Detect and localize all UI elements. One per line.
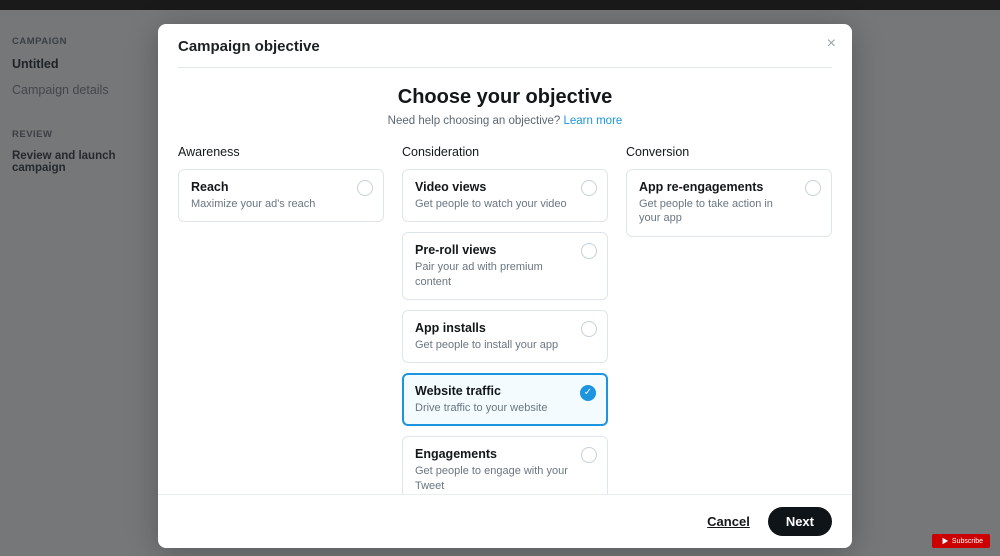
- radio-icon: ✓: [357, 180, 373, 196]
- close-icon[interactable]: ×: [827, 36, 836, 52]
- modal-title: Campaign objective: [178, 38, 832, 55]
- card-title: Reach: [191, 180, 347, 194]
- card-title: Engagements: [415, 447, 571, 461]
- column-header-consideration: Consideration: [402, 145, 608, 159]
- objective-website-traffic[interactable]: Website traffic Drive traffic to your we…: [402, 373, 608, 426]
- card-title: App re-engagements: [639, 180, 795, 194]
- radio-icon: ✓: [581, 243, 597, 259]
- card-title: Pre-roll views: [415, 243, 571, 257]
- objective-preroll-views[interactable]: Pre-roll views Pair your ad with premium…: [402, 232, 608, 300]
- column-awareness: Awareness Reach Maximize your ad's reach…: [178, 145, 384, 232]
- radio-icon: ✓: [581, 447, 597, 463]
- card-desc: Get people to watch your video: [415, 197, 571, 211]
- objective-video-views[interactable]: Video views Get people to watch your vid…: [402, 169, 608, 222]
- objective-engagements[interactable]: Engagements Get people to engage with yo…: [402, 436, 608, 494]
- campaign-objective-modal: Campaign objective × Choose your objecti…: [158, 24, 852, 548]
- card-desc: Get people to install your app: [415, 338, 571, 352]
- card-desc: Pair your ad with premium content: [415, 260, 571, 289]
- radio-icon: ✓: [805, 180, 821, 196]
- card-desc: Get people to engage with your Tweet: [415, 464, 571, 493]
- radio-checked-icon: ✓: [580, 385, 596, 401]
- objective-app-reengagements[interactable]: App re-engagements Get people to take ac…: [626, 169, 832, 237]
- modal-footer: Cancel Next: [158, 494, 852, 548]
- play-icon: [941, 537, 949, 545]
- youtube-subscribe-badge[interactable]: Subscribe: [932, 534, 990, 548]
- objective-columns: Awareness Reach Maximize your ad's reach…: [178, 145, 832, 494]
- hero: Choose your objective Need help choosing…: [178, 86, 832, 127]
- column-consideration: Consideration Video views Get people to …: [402, 145, 608, 494]
- learn-more-link[interactable]: Learn more: [564, 115, 623, 127]
- card-desc: Maximize your ad's reach: [191, 197, 347, 211]
- topbar: [0, 0, 1000, 10]
- modal-body: Choose your objective Need help choosing…: [158, 68, 852, 494]
- radio-icon: ✓: [581, 321, 597, 337]
- card-desc: Drive traffic to your website: [415, 401, 571, 415]
- card-title: Website traffic: [415, 384, 571, 398]
- card-desc: Get people to take action in your app: [639, 197, 795, 226]
- column-header-awareness: Awareness: [178, 145, 384, 159]
- hero-title: Choose your objective: [178, 86, 832, 109]
- subscribe-label: Subscribe: [952, 538, 983, 545]
- cancel-button[interactable]: Cancel: [707, 514, 750, 529]
- modal-header: Campaign objective ×: [158, 24, 852, 67]
- radio-icon: ✓: [581, 180, 597, 196]
- card-title: Video views: [415, 180, 571, 194]
- hero-help-text: Need help choosing an objective? Learn m…: [178, 115, 832, 127]
- column-header-conversion: Conversion: [626, 145, 832, 159]
- column-conversion: Conversion App re-engagements Get people…: [626, 145, 832, 247]
- card-title: App installs: [415, 321, 571, 335]
- objective-reach[interactable]: Reach Maximize your ad's reach ✓: [178, 169, 384, 222]
- next-button[interactable]: Next: [768, 507, 832, 536]
- objective-app-installs[interactable]: App installs Get people to install your …: [402, 310, 608, 363]
